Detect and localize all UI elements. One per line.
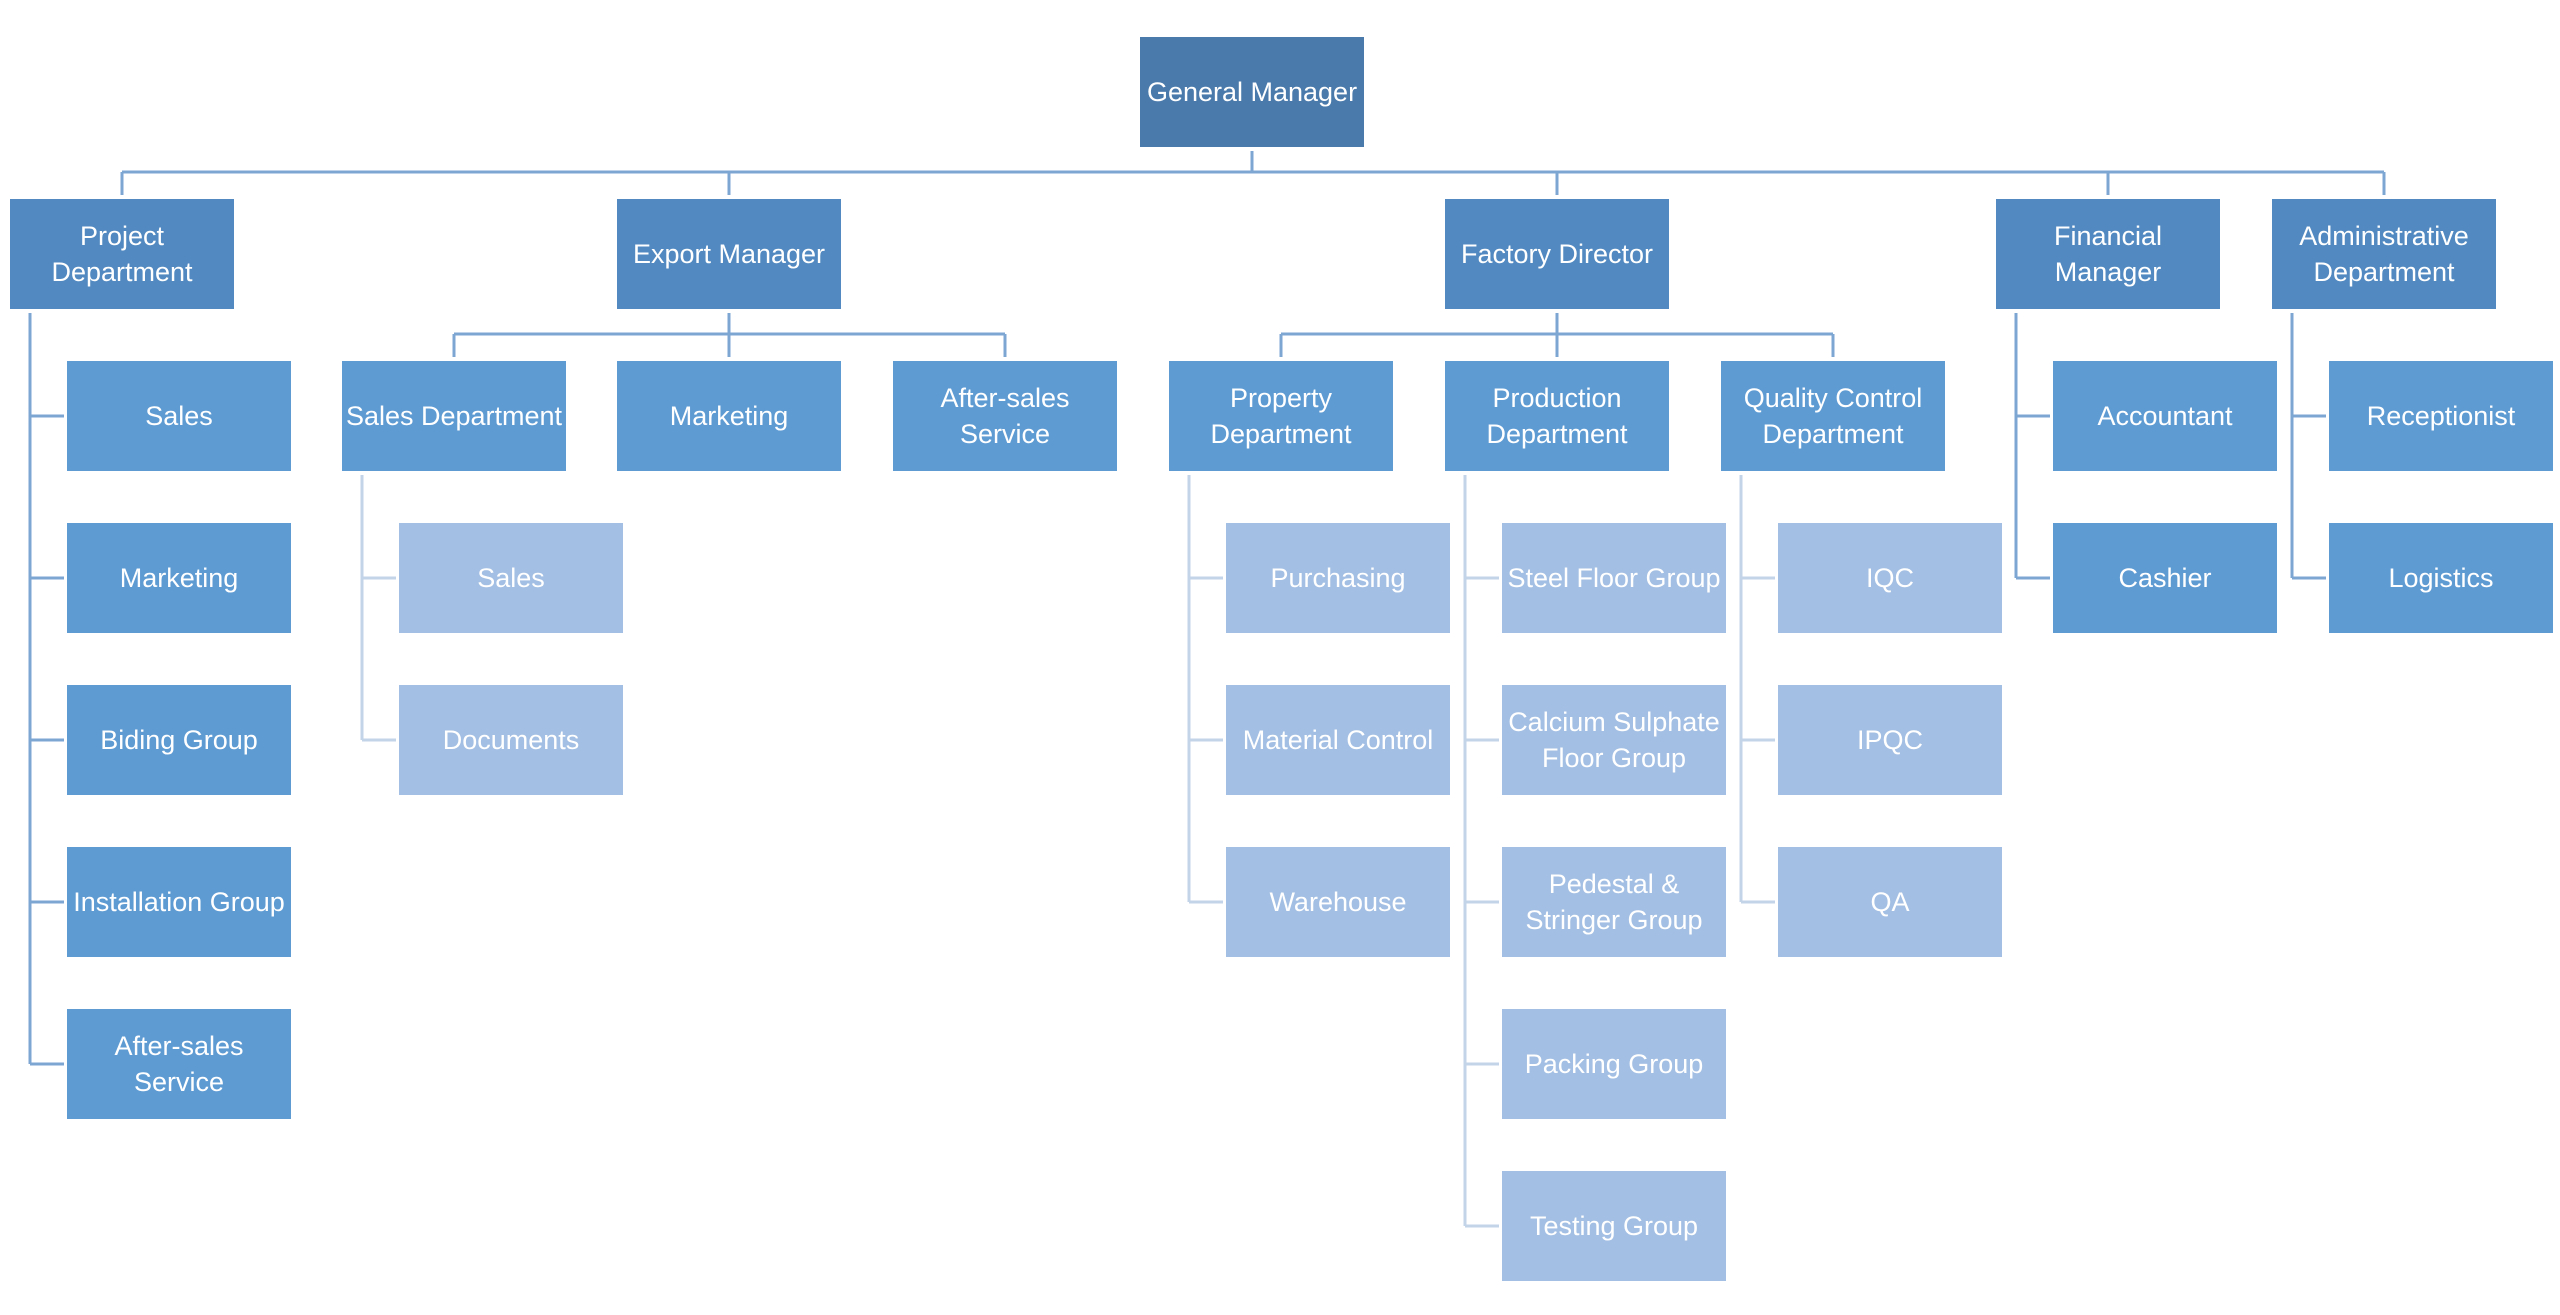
org-node-general-manager[interactable]: General Manager	[1140, 37, 1364, 147]
org-node-property-department[interactable]: Property Department	[1169, 361, 1393, 471]
node-label: Production Department	[1486, 383, 1628, 449]
node-label: Cashier	[2118, 563, 2212, 593]
org-node-warehouse[interactable]: Warehouse	[1226, 847, 1450, 957]
org-node-project-department[interactable]: Project Department	[10, 199, 234, 309]
node-label: Sales	[477, 563, 545, 593]
org-node-purchasing[interactable]: Purchasing	[1226, 523, 1450, 633]
node-label: Pedestal & Stringer Group	[1525, 869, 1703, 935]
node-label: Quality Control Department	[1743, 383, 1923, 449]
org-node-accountant[interactable]: Accountant	[2053, 361, 2277, 471]
org-node-marketing[interactable]: Marketing	[67, 523, 291, 633]
org-node-calcium-sulphate-floor-group[interactable]: Calcium Sulphate Floor Group	[1502, 685, 1726, 795]
org-node-steel-floor-group[interactable]: Steel Floor Group	[1502, 523, 1726, 633]
node-label: Purchasing	[1270, 563, 1406, 593]
node-label: Sales	[145, 401, 213, 431]
node-label: After-sales Service	[940, 383, 1070, 449]
org-node-sales[interactable]: Sales	[399, 523, 623, 633]
node-label: Warehouse	[1269, 887, 1407, 917]
org-node-factory-director[interactable]: Factory Director	[1445, 199, 1669, 309]
node-label: Material Control	[1242, 725, 1434, 755]
org-node-export-manager[interactable]: Export Manager	[617, 199, 841, 309]
node-label: Testing Group	[1529, 1211, 1699, 1241]
org-node-pedestal-stringer-group[interactable]: Pedestal & Stringer Group	[1502, 847, 1726, 957]
org-node-packing-group[interactable]: Packing Group	[1502, 1009, 1726, 1119]
node-label: Financial Manager	[2053, 221, 2163, 287]
org-node-after-sales-service[interactable]: After-sales Service	[893, 361, 1117, 471]
node-label: Logistics	[2388, 563, 2494, 593]
node-label: Marketing	[119, 563, 239, 593]
org-node-material-control[interactable]: Material Control	[1226, 685, 1450, 795]
node-label: Installation Group	[73, 887, 285, 917]
node-label: Calcium Sulphate Floor Group	[1508, 707, 1720, 773]
org-node-testing-group[interactable]: Testing Group	[1502, 1171, 1726, 1281]
org-node-production-department[interactable]: Production Department	[1445, 361, 1669, 471]
org-node-qa[interactable]: QA	[1778, 847, 2002, 957]
node-label: Factory Director	[1460, 239, 1654, 269]
node-label: After-sales Service	[114, 1031, 244, 1097]
node-label: IQC	[1865, 563, 1914, 593]
org-node-installation-group[interactable]: Installation Group	[67, 847, 291, 957]
node-label: Sales Department	[345, 401, 563, 431]
org-node-sales-department[interactable]: Sales Department	[342, 361, 566, 471]
org-node-logistics[interactable]: Logistics	[2329, 523, 2553, 633]
node-label: Biding Group	[100, 725, 258, 755]
node-label: General Manager	[1146, 77, 1358, 107]
org-node-financial-manager[interactable]: Financial Manager	[1996, 199, 2220, 309]
org-node-administrative-department[interactable]: Administrative Department	[2272, 199, 2496, 309]
org-node-after-sales-service[interactable]: After-sales Service	[67, 1009, 291, 1119]
node-label: Documents	[442, 725, 580, 755]
node-label: Export Manager	[632, 239, 826, 269]
node-label: Administrative Department	[2299, 221, 2469, 287]
node-label: Property Department	[1210, 383, 1352, 449]
org-node-cashier[interactable]: Cashier	[2053, 523, 2277, 633]
node-label: Accountant	[2097, 401, 2233, 431]
org-node-quality-control-department[interactable]: Quality Control Department	[1721, 361, 1945, 471]
connector-layer	[28, 151, 2386, 1228]
org-node-ipqc[interactable]: IPQC	[1778, 685, 2002, 795]
node-label: QA	[1870, 887, 1910, 917]
org-node-marketing[interactable]: Marketing	[617, 361, 841, 471]
org-node-documents[interactable]: Documents	[399, 685, 623, 795]
org-node-iqc[interactable]: IQC	[1778, 523, 2002, 633]
node-label: Project Department	[51, 221, 193, 287]
org-chart: General Manager Project Department Sales Ma…	[0, 0, 2560, 1315]
node-label: Receptionist	[2366, 401, 2516, 431]
org-node-biding-group[interactable]: Biding Group	[67, 685, 291, 795]
node-label: Marketing	[669, 401, 789, 431]
org-node-receptionist[interactable]: Receptionist	[2329, 361, 2553, 471]
org-node-sales[interactable]: Sales	[67, 361, 291, 471]
node-label: Steel Floor Group	[1507, 563, 1721, 593]
node-label: IPQC	[1856, 725, 1923, 755]
node-label: Packing Group	[1524, 1049, 1704, 1079]
